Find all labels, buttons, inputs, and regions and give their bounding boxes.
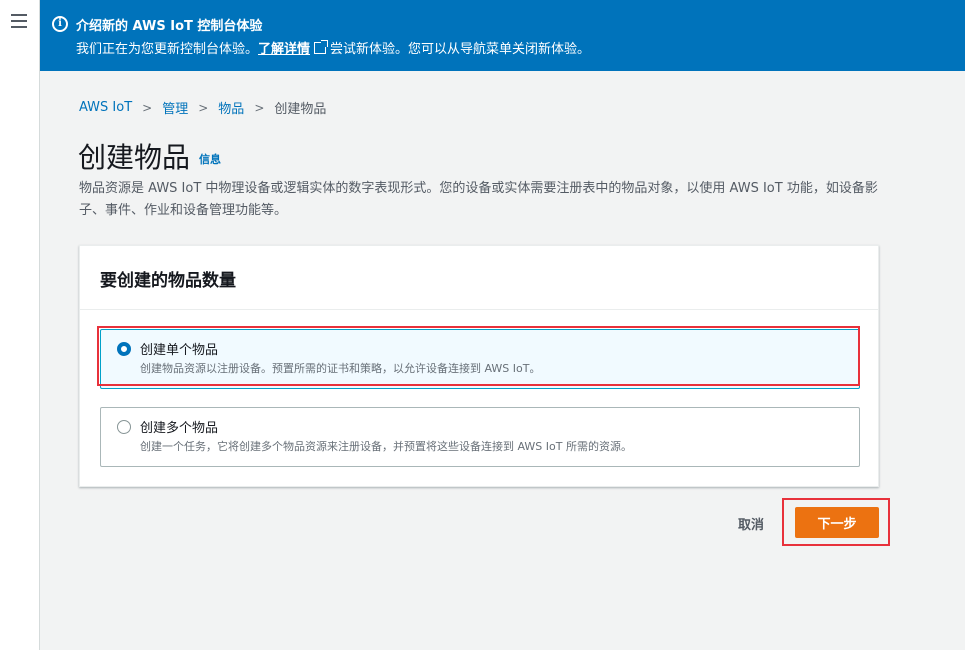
breadcrumb-current: 创建物品 [274,102,327,117]
chevron-right-icon: > [198,100,209,115]
breadcrumb-things[interactable]: 物品 [218,98,244,117]
info-circle-icon: i [52,16,68,32]
breadcrumb-manage[interactable]: 管理 [162,98,188,117]
breadcrumb: AWS IoT > 管理 > 物品 > 创建物品 [79,98,326,117]
learn-more-link[interactable]: 了解详情 [258,42,310,57]
banner-body: 我们正在为您更新控制台体验。了解详情 尝试新体验。您可以从导航菜单关闭新体验。 [76,38,590,57]
thing-count-panel: 要创建的物品数量 创建单个物品 创建物品资源以注册设备。预置所需的证书和策略，以… [79,245,879,487]
left-navigation [0,0,40,650]
banner-text-after: 尝试新体验。您可以从导航菜单关闭新体验。 [330,42,591,57]
new-console-banner: i 介绍新的 AWS IoT 控制台体验 我们正在为您更新控制台体验。了解详情 尝… [40,0,965,71]
page-description: 物品资源是 AWS IoT 中物理设备或逻辑实体的数字表现形式。您的设备或实体需… [79,181,878,218]
option-description: 创建一个任务，它将创建多个物品资源来注册设备，并预置将这些设备连接到 AWS I… [140,440,632,453]
chevron-right-icon: > [254,100,265,115]
next-button[interactable]: 下一步 [795,507,879,538]
banner-title: 介绍新的 AWS IoT 控制台体验 [76,19,263,34]
option-description: 创建物品资源以注册设备。预置所需的证书和策略，以允许设备连接到 AWS IoT。 [140,362,541,375]
option-single-thing[interactable]: 创建单个物品 创建物品资源以注册设备。预置所需的证书和策略，以允许设备连接到 A… [100,329,860,389]
banner-text-before: 我们正在为您更新控制台体验。 [76,42,259,57]
option-label: 创建多个物品 [140,421,219,436]
info-link[interactable]: 信息 [199,151,221,167]
external-link-icon [314,40,329,54]
page-title: 创建物品 [78,141,191,174]
radio-multiple-things[interactable] [117,420,131,434]
radio-single-thing[interactable] [117,342,131,356]
hamburger-icon[interactable] [11,14,27,28]
option-multiple-things[interactable]: 创建多个物品 创建一个任务，它将创建多个物品资源来注册设备，并预置将这些设备连接… [100,407,860,467]
option-label: 创建单个物品 [140,343,219,358]
cancel-button[interactable]: 取消 [726,508,776,538]
chevron-right-icon: > [142,100,153,115]
panel-header: 要创建的物品数量 [80,246,878,310]
breadcrumb-aws-iot[interactable]: AWS IoT [79,100,132,115]
